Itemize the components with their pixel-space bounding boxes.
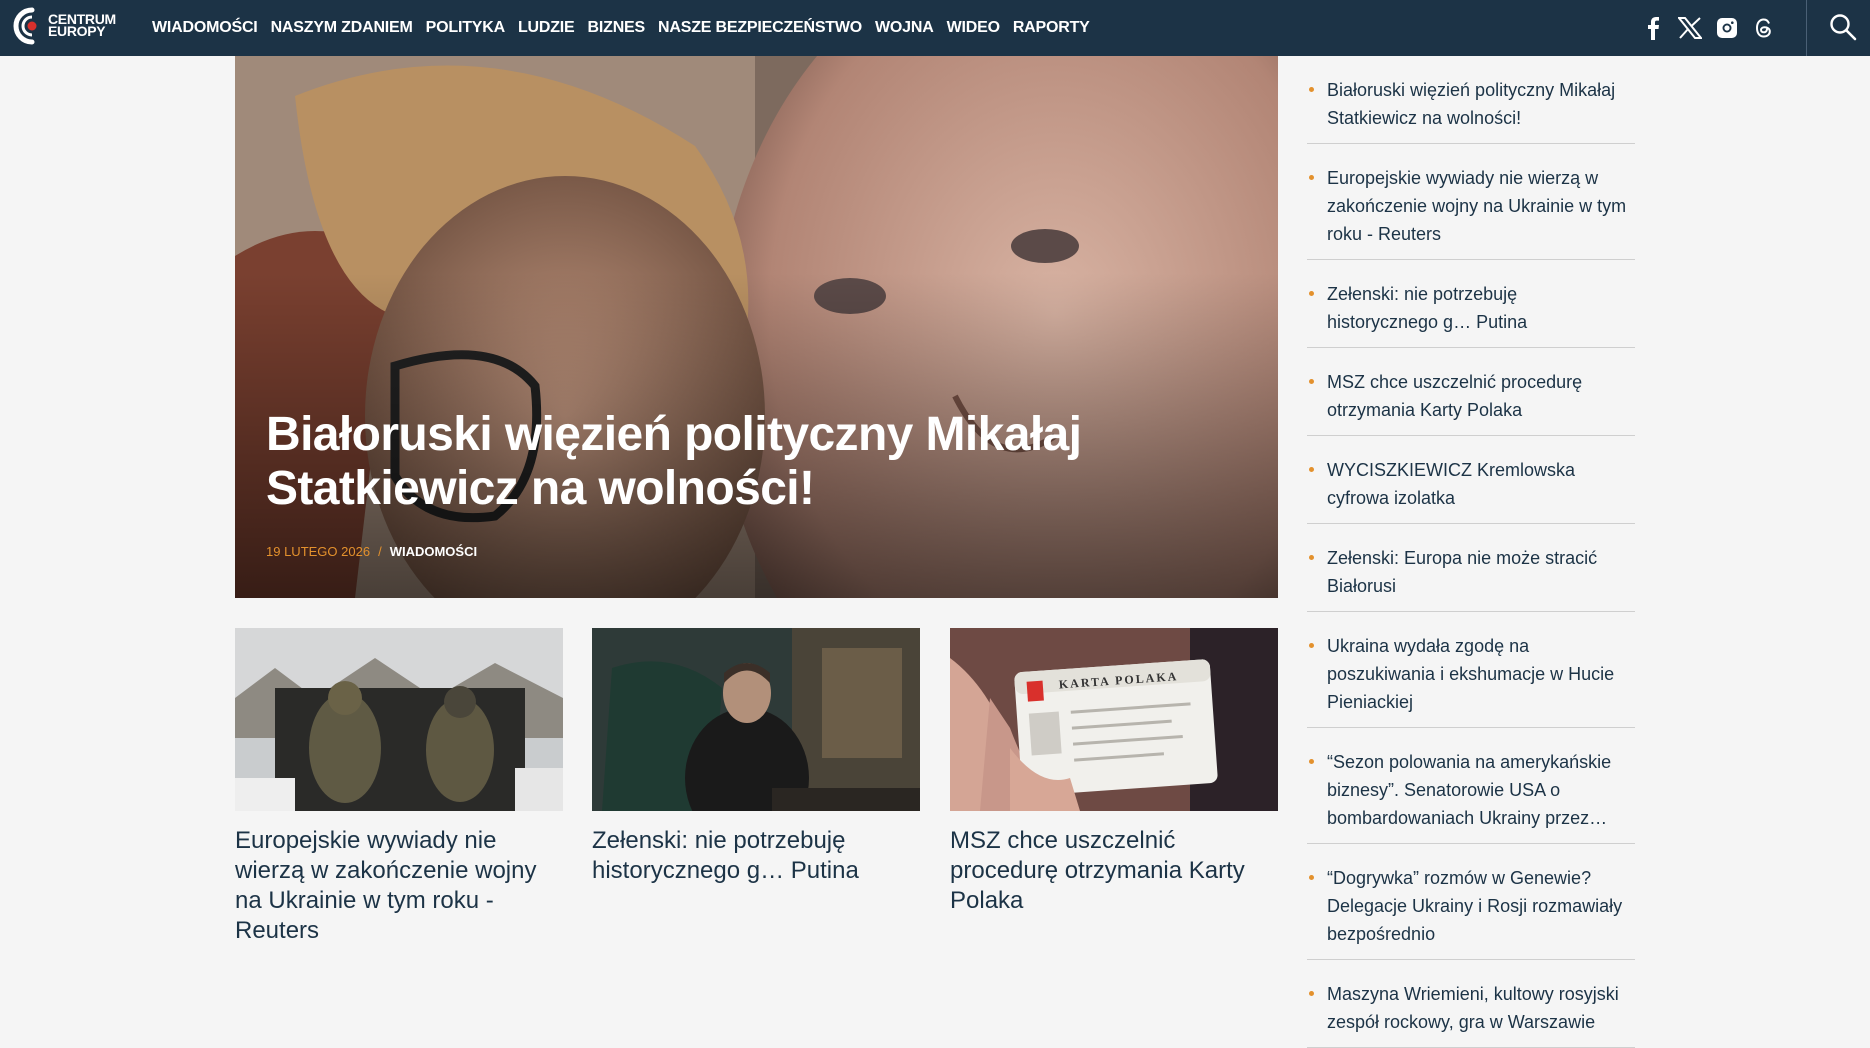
bullet-icon	[1309, 379, 1314, 384]
article-card-title[interactable]: Zełenski: nie potrzebuję historycznego g…	[592, 826, 920, 886]
sidebar-news-item[interactable]: Europejskie wywiady nie wierzą w zakończ…	[1307, 144, 1635, 260]
sidebar-news-item[interactable]: “Sezon polowania na amerykańskie biznesy…	[1307, 728, 1635, 844]
search-button[interactable]	[1828, 10, 1858, 44]
bullet-icon	[1309, 643, 1314, 648]
bullet-icon	[1309, 875, 1314, 880]
site-logo[interactable]: CENTRUM EUROPY	[12, 6, 127, 50]
bullet-icon	[1309, 759, 1314, 764]
nav-item-wiadomosci[interactable]: WIADOMOŚCI	[152, 19, 258, 37]
article-card[interactable]: Zełenski: nie potrzebuję historycznego g…	[592, 628, 920, 886]
sidebar-news-item[interactable]: Zełenski: nie potrzebuję historycznego g…	[1307, 260, 1635, 348]
hero-date: 19 LUTEGO 2026	[266, 544, 371, 559]
latest-news-sidebar: Białoruski więzień polityczny Mikałaj St…	[1307, 56, 1635, 1048]
facebook-icon[interactable]	[1640, 15, 1666, 41]
logo-mark-icon	[13, 7, 37, 45]
hero-meta: 19 LUTEGO 2026 / WIADOMOŚCI	[266, 544, 477, 559]
hero-article[interactable]: Białoruski więzień polityczny Mikałaj St…	[235, 56, 1278, 598]
article-card-image[interactable]	[235, 628, 563, 811]
article-card[interactable]: KARTA POLAKA MSZ chce uszczelnić procedu…	[950, 628, 1278, 916]
instagram-icon[interactable]	[1714, 15, 1740, 41]
article-card-image[interactable]: KARTA POLAKA	[950, 628, 1278, 811]
sidebar-news-item[interactable]: Białoruski więzień polityczny Mikałaj St…	[1307, 56, 1635, 144]
bullet-icon	[1309, 467, 1314, 472]
nav-item-polityka[interactable]: POLITYKA	[426, 19, 505, 37]
article-card-image[interactable]	[592, 628, 920, 811]
sidebar-news-link[interactable]: Zełenski: Europa nie może stracić Białor…	[1327, 544, 1631, 600]
sidebar-news-link[interactable]: “Dogrywka” rozmów w Genewie? Delegacje U…	[1327, 864, 1631, 948]
social-links	[1640, 10, 1788, 46]
nav-item-biznes[interactable]: BIZNES	[588, 19, 646, 37]
article-card[interactable]: Europejskie wywiady nie wierzą w zakończ…	[235, 628, 563, 946]
nav-item-raporty[interactable]: RAPORTY	[1013, 19, 1090, 37]
sidebar-news-link[interactable]: MSZ chce uszczelnić procedurę otrzymania…	[1327, 368, 1631, 424]
bullet-icon	[1309, 291, 1314, 296]
sidebar-news-link[interactable]: Maszyna Wriemieni, kultowy rosyjski zesp…	[1327, 980, 1631, 1036]
sidebar-news-item[interactable]: Maszyna Wriemieni, kultowy rosyjski zesp…	[1307, 960, 1635, 1048]
nav-item-nasze-bezpieczenstwo[interactable]: NASZE BEZPIECZEŃSTWO	[658, 19, 862, 37]
hero-category-link[interactable]: WIADOMOŚCI	[390, 544, 477, 559]
sidebar-news-item[interactable]: MSZ chce uszczelnić procedurę otrzymania…	[1307, 348, 1635, 436]
article-card-title[interactable]: Europejskie wywiady nie wierzą w zakończ…	[235, 826, 563, 946]
sidebar-news-item[interactable]: Ukraina wydała zgodę na poszukiwania i e…	[1307, 612, 1635, 728]
threads-icon[interactable]	[1751, 15, 1777, 41]
article-card-title[interactable]: MSZ chce uszczelnić procedurę otrzymania…	[950, 826, 1278, 916]
main-menu: WIADOMOŚCI NASZYM ZDANIEM POLITYKA LUDZI…	[152, 0, 1103, 56]
sidebar-news-item[interactable]: “Dogrywka” rozmów w Genewie? Delegacje U…	[1307, 844, 1635, 960]
sidebar-news-link[interactable]: “Sezon polowania na amerykańskie biznesy…	[1327, 748, 1631, 832]
sidebar-news-item[interactable]: Zełenski: Europa nie może stracić Białor…	[1307, 524, 1635, 612]
bullet-icon	[1309, 87, 1314, 92]
hero-overlay	[235, 56, 1278, 598]
sidebar-news-link[interactable]: Białoruski więzień polityczny Mikałaj St…	[1327, 76, 1631, 132]
nav-item-ludzie[interactable]: LUDZIE	[518, 19, 575, 37]
nav-item-wideo[interactable]: WIDEO	[947, 19, 1000, 37]
logo-text-line2: EUROPY	[48, 23, 106, 39]
sidebar-news-item[interactable]: WYCISZKIEWICZ Kremlowska cyfrowa izolatk…	[1307, 436, 1635, 524]
nav-item-wojna[interactable]: WOJNA	[875, 19, 934, 37]
sidebar-news-link[interactable]: Ukraina wydała zgodę na poszukiwania i e…	[1327, 632, 1631, 716]
bullet-icon	[1309, 175, 1314, 180]
bullet-icon	[1309, 991, 1314, 996]
hero-title[interactable]: Białoruski więzień polityczny Mikałaj St…	[266, 408, 1126, 516]
top-navigation-bar: CENTRUM EUROPY WIADOMOŚCI NASZYM ZDANIEM…	[0, 0, 1870, 56]
sidebar-news-link[interactable]: WYCISZKIEWICZ Kremlowska cyfrowa izolatk…	[1327, 456, 1631, 512]
search-icon	[1830, 14, 1857, 41]
sidebar-news-link[interactable]: Europejskie wywiady nie wierzą w zakończ…	[1327, 164, 1631, 248]
header-divider	[1806, 0, 1807, 56]
x-icon[interactable]	[1677, 15, 1703, 41]
meta-separator: /	[378, 544, 382, 559]
nav-item-naszym-zdaniem[interactable]: NASZYM ZDANIEM	[271, 19, 413, 37]
bullet-icon	[1309, 555, 1314, 560]
sidebar-news-link[interactable]: Zełenski: nie potrzebuję historycznego g…	[1327, 280, 1631, 336]
